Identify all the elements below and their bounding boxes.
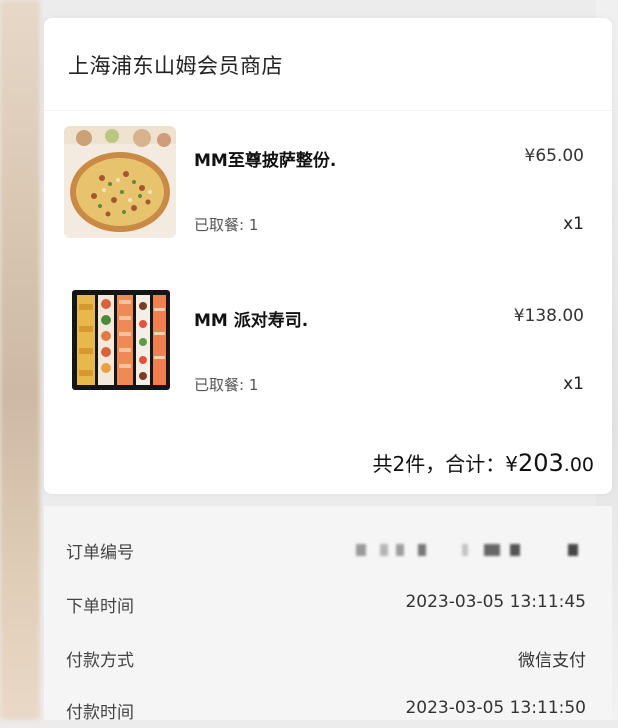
payment-method-row: 付款方式 微信支付 bbox=[66, 646, 586, 676]
total-amount-decimal: .00 bbox=[563, 454, 594, 476]
order-item[interactable]: MM 派对寿司. ¥138.00 已取餐: 1 x1 bbox=[64, 286, 592, 404]
payment-method-label: 付款方式 bbox=[66, 651, 134, 671]
blurred-background-left bbox=[0, 0, 40, 720]
item-picked-up-count: 已取餐: 1 bbox=[194, 376, 259, 394]
item-picked-up-count: 已取餐: 1 bbox=[194, 216, 259, 234]
sushi-platter-image bbox=[64, 286, 176, 398]
payment-time-value: 2023-03-05 13:11:50 bbox=[405, 698, 586, 718]
order-details: 订单编号 下单时间 2023-03-05 13:11:45 付款方式 微信支付 … bbox=[44, 506, 612, 723]
order-time-label: 下单时间 bbox=[66, 597, 134, 617]
item-name: MM 派对寿司. bbox=[194, 311, 309, 331]
item-quantity: x1 bbox=[563, 374, 584, 394]
order-number-label: 订单编号 bbox=[66, 543, 134, 563]
store-name[interactable]: 上海浦东山姆会员商店 bbox=[68, 50, 283, 80]
order-time-row: 下单时间 2023-03-05 13:11:45 bbox=[66, 592, 586, 622]
order-time-value: 2023-03-05 13:11:45 bbox=[405, 592, 586, 612]
divider bbox=[44, 110, 612, 111]
item-price: ¥138.00 bbox=[513, 306, 584, 326]
item-quantity: x1 bbox=[563, 214, 584, 234]
item-name: MM至尊披萨整份. bbox=[194, 151, 337, 171]
payment-method-value: 微信支付 bbox=[518, 651, 586, 671]
order-total: 共2件，合计：¥203.00 bbox=[373, 448, 594, 477]
order-number-row: 订单编号 bbox=[66, 538, 586, 568]
payment-time-row: 付款时间 2023-03-05 13:11:50 bbox=[66, 698, 586, 728]
order-item[interactable]: MM至尊披萨整份. ¥65.00 已取餐: 1 x1 bbox=[64, 126, 592, 244]
order-number-redacted bbox=[356, 544, 586, 558]
total-amount-main: 203 bbox=[517, 449, 564, 477]
total-prefix: 共2件，合计：¥ bbox=[372, 452, 518, 476]
item-price: ¥65.00 bbox=[524, 146, 584, 166]
payment-time-label: 付款时间 bbox=[66, 703, 134, 723]
pizza-image bbox=[64, 126, 176, 238]
order-card: 上海浦东山姆会员商店 MM至尊披萨整份. ¥65.00 已取餐: 1 x1 MM… bbox=[44, 18, 612, 494]
